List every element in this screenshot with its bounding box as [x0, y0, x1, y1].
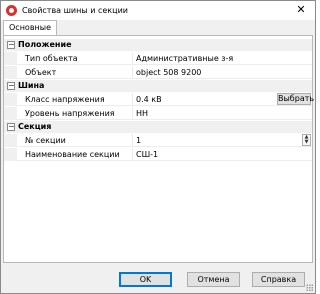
property-row-voltage-class[interactable]: Класс напряжения 0.4 кВ Выбрать — [4, 93, 314, 106]
property-name: № секции — [25, 136, 66, 145]
property-name: Уровень напряжения — [25, 109, 115, 118]
row-gutter — [4, 66, 17, 79]
collapse-icon[interactable]: − — [7, 41, 15, 49]
property-row-object[interactable]: Объект object 508 9200 — [4, 66, 312, 79]
row-gutter — [4, 148, 17, 161]
property-value[interactable]: object 508 9200 — [136, 68, 201, 77]
window-title: Свойства шины и секции — [22, 6, 128, 15]
close-button[interactable]: ✕ — [295, 3, 307, 17]
row-divider — [17, 119, 312, 120]
row-divider — [17, 146, 312, 147]
row-divider — [17, 64, 312, 65]
tab-main[interactable]: Основные — [3, 20, 58, 36]
property-grid: − Положение Тип объекта Административные… — [3, 35, 314, 263]
property-row-section-number[interactable]: № секции 1 ▲ ▼ — [4, 134, 312, 147]
row-gutter — [4, 93, 17, 106]
section-number-stepper[interactable]: ▲ ▼ — [302, 134, 311, 146]
row-divider — [17, 105, 312, 106]
property-row-section-name[interactable]: Наименование секции СШ-1 — [4, 148, 312, 161]
category-label: Положение — [18, 40, 72, 49]
category-bus[interactable]: − Шина — [4, 80, 312, 92]
help-button[interactable]: Справка — [252, 272, 305, 287]
row-divider — [17, 160, 312, 161]
spin-down-icon[interactable]: ▼ — [303, 140, 310, 145]
row-divider — [17, 78, 312, 79]
property-row-object-type[interactable]: Тип объекта Административные з-я — [4, 52, 312, 65]
property-name: Класс напряжения — [25, 95, 105, 104]
property-value[interactable]: Административные з-я — [136, 54, 233, 63]
category-position[interactable]: − Положение — [4, 39, 312, 51]
category-label: Шина — [18, 81, 45, 90]
collapse-icon[interactable]: − — [7, 82, 15, 90]
cancel-button[interactable]: Отмена — [187, 272, 240, 287]
property-value[interactable]: СШ-1 — [136, 150, 158, 159]
category-section[interactable]: − Секция — [4, 121, 312, 133]
section-number-input[interactable]: 1 — [136, 136, 141, 145]
row-gutter — [4, 134, 17, 147]
tab-bar: Основные — [1, 20, 315, 36]
choose-button[interactable]: Выбрать — [277, 93, 314, 105]
property-value[interactable]: НН — [136, 109, 148, 118]
property-name: Наименование секции — [25, 150, 120, 159]
properties-dialog: Свойства шины и секции ✕ Основные − Поло… — [0, 0, 316, 294]
property-name: Объект — [25, 68, 57, 77]
app-logo-icon — [6, 5, 17, 16]
row-gutter — [4, 107, 17, 120]
property-row-voltage-level[interactable]: Уровень напряжения НН — [4, 107, 312, 120]
collapse-icon[interactable]: − — [7, 123, 15, 131]
title-bar: Свойства шины и секции ✕ — [1, 1, 315, 20]
property-name: Тип объекта — [25, 54, 78, 63]
ok-button[interactable]: OK — [119, 272, 172, 287]
category-label: Секция — [18, 122, 52, 131]
row-gutter — [4, 52, 17, 65]
property-value[interactable]: 0.4 кВ — [136, 95, 162, 104]
resize-grip-icon[interactable] — [306, 284, 313, 291]
